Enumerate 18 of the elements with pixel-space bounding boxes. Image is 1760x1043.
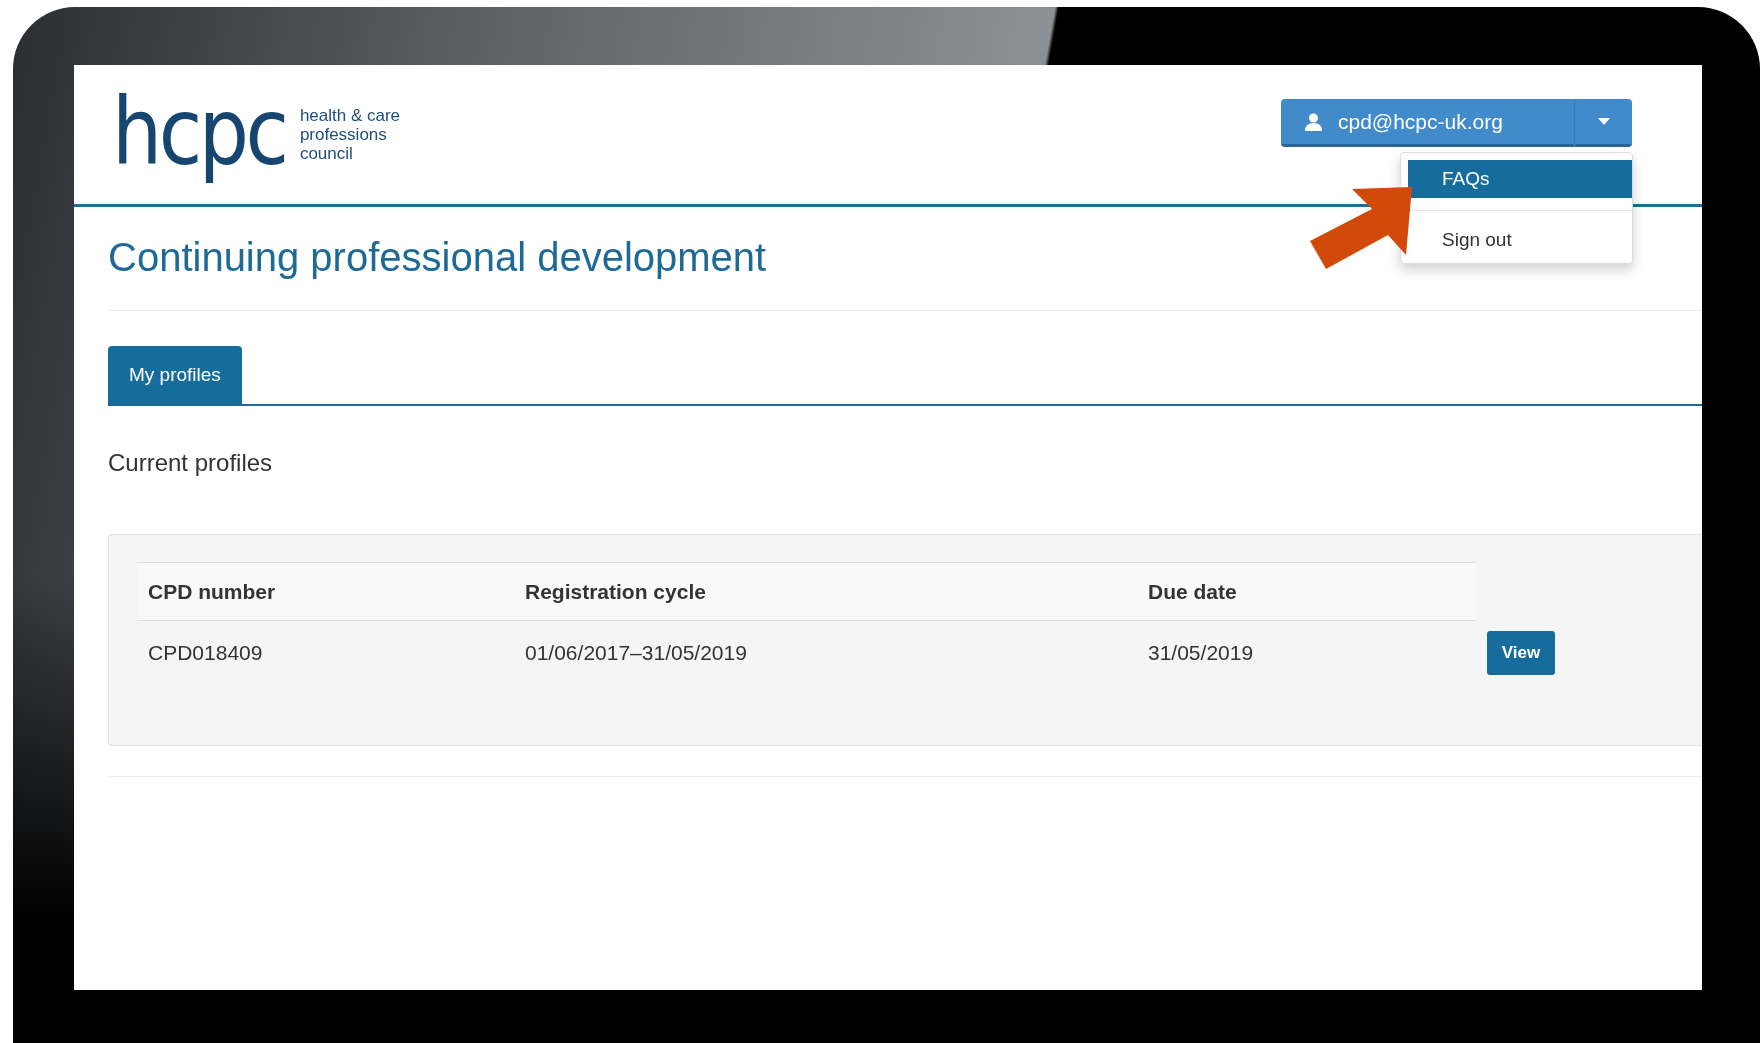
view-button[interactable]: View <box>1487 630 1555 675</box>
logo-tagline: council <box>299 144 354 163</box>
table-cell: 01/06/2017–31/05/2019 <box>514 620 1137 685</box>
dropdown-toggle-button[interactable] <box>1574 99 1632 147</box>
user-icon <box>1305 112 1322 131</box>
menu-item[interactable]: FAQs <box>1408 160 1632 198</box>
column-header: CPD number <box>137 562 514 621</box>
tab[interactable]: My profiles <box>108 346 242 404</box>
menu-item[interactable]: Sign out <box>1408 221 1632 259</box>
caret-icon <box>1597 118 1610 125</box>
column-header: Registration cycle <box>514 562 1137 621</box>
table-cell: 31/05/2019 <box>1137 620 1476 685</box>
table-cell: CPD018409 <box>137 620 514 685</box>
user-account-button[interactable]: cpd@hcpc-uk.org <box>1281 99 1574 147</box>
section-heading: Current profiles <box>108 448 274 478</box>
column-header: Due date <box>1137 562 1476 621</box>
logo-tagline: health & care <box>299 106 401 125</box>
logo-tagline: professions <box>299 125 388 144</box>
